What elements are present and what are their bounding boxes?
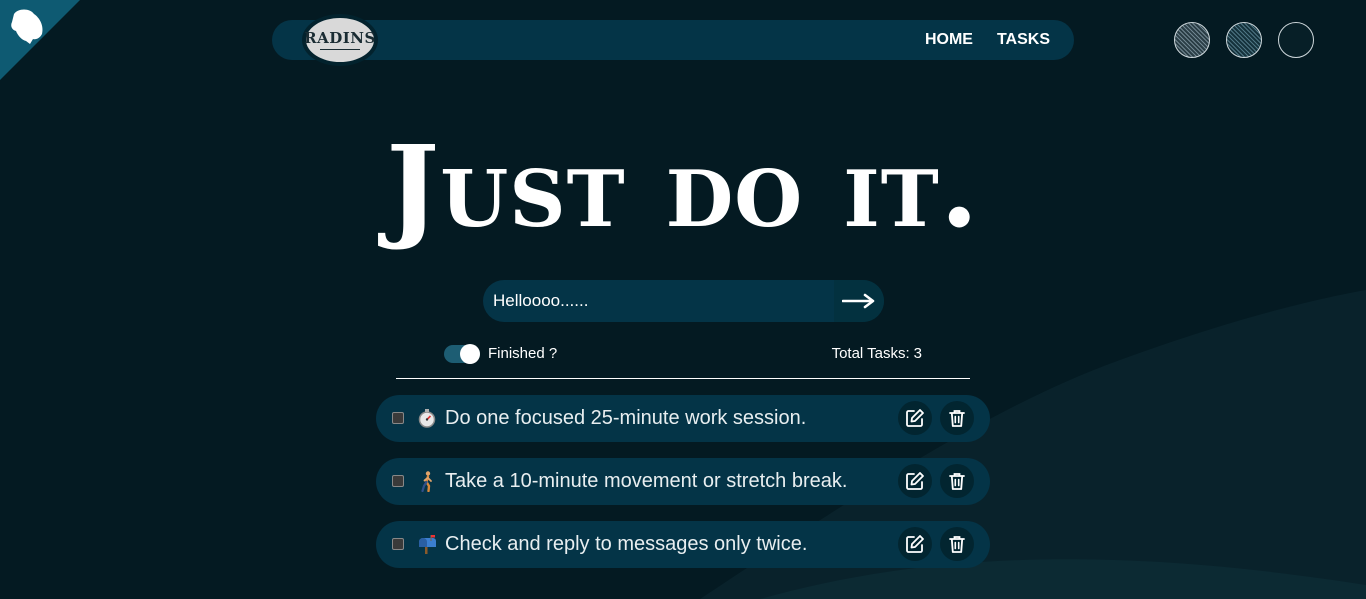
- delete-button[interactable]: [940, 464, 974, 498]
- filter-row: Finished ? Total Tasks: 3: [444, 343, 922, 365]
- task-text: Take a 10-minute movement or stretch bre…: [445, 470, 848, 492]
- trash-icon: [949, 473, 965, 490]
- total-count: 3: [913, 345, 922, 362]
- task-actions: [898, 527, 974, 561]
- total-label: Total Tasks:: [831, 345, 910, 362]
- task-checkbox[interactable]: [392, 412, 404, 424]
- task-item: Check and reply to messages only twice.: [376, 521, 990, 568]
- delete-button[interactable]: [940, 527, 974, 561]
- task-list: Do one focused 25-minute work session. T…: [376, 395, 990, 584]
- delete-button[interactable]: [940, 401, 974, 435]
- submit-button[interactable]: [834, 280, 884, 322]
- task-actions: [898, 401, 974, 435]
- nav-link-tasks[interactable]: TASKS: [997, 31, 1050, 49]
- logo-text: RADINS: [304, 28, 376, 47]
- task-item: Do one focused 25-minute work session.: [376, 395, 990, 442]
- hero-title: Just do it.: [386, 122, 980, 253]
- theme-button-1[interactable]: [1174, 22, 1210, 58]
- task-text: Check and reply to messages only twice.: [445, 533, 808, 555]
- edit-icon: [906, 409, 924, 427]
- mailbox-icon: [419, 535, 436, 554]
- task-checkbox[interactable]: [392, 538, 404, 550]
- arrow-right-icon: [842, 293, 875, 309]
- task-actions: [898, 464, 974, 498]
- finished-label: Finished ?: [488, 345, 558, 362]
- logo[interactable]: RADINS: [302, 14, 378, 66]
- walking-person-icon: [421, 471, 432, 492]
- edit-button[interactable]: [898, 464, 932, 498]
- trash-icon: [949, 410, 965, 427]
- logo-underline: [320, 48, 360, 50]
- theme-switcher: [1174, 22, 1314, 58]
- navbar: RADINS HOME TASKS: [272, 14, 1074, 66]
- task-item: Take a 10-minute movement or stretch bre…: [376, 458, 990, 505]
- edit-button[interactable]: [898, 527, 932, 561]
- task-form: [483, 280, 884, 322]
- theme-button-3[interactable]: [1278, 22, 1314, 58]
- total-tasks: Total Tasks: 3: [832, 343, 922, 365]
- edit-button[interactable]: [898, 401, 932, 435]
- edit-icon: [906, 535, 924, 553]
- toggle-knob: [460, 344, 480, 364]
- task-input[interactable]: [483, 280, 833, 322]
- nav-links: HOME TASKS: [925, 20, 1050, 60]
- theme-button-2[interactable]: [1226, 22, 1262, 58]
- task-text: Do one focused 25-minute work session.: [445, 407, 807, 429]
- trash-icon: [949, 536, 965, 553]
- task-checkbox[interactable]: [392, 475, 404, 487]
- edit-icon: [906, 472, 924, 490]
- nav-link-home[interactable]: HOME: [925, 31, 973, 49]
- stopwatch-icon: [418, 409, 436, 428]
- finished-toggle[interactable]: [444, 344, 480, 364]
- divider: [396, 378, 970, 379]
- corner-badge[interactable]: [0, 0, 80, 80]
